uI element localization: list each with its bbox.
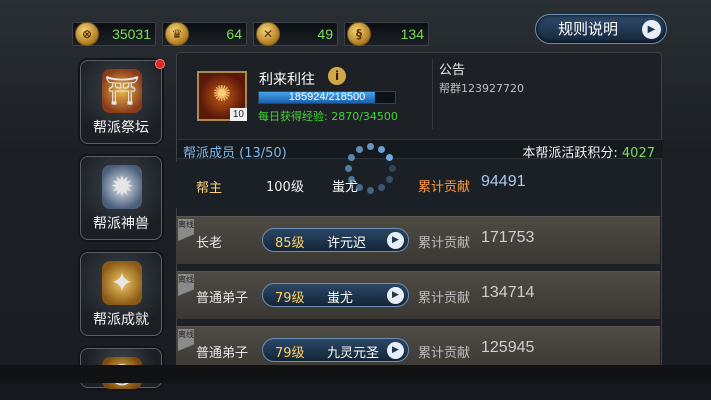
sidebar-item-beast[interactable]: ✹ 帮派神兽 [80, 156, 162, 240]
member-row-leader[interactable]: 帮主 100级 蚩尤 累计贡献 94491 [176, 162, 660, 208]
contribution-value: 125945 [481, 339, 535, 356]
rules-button[interactable]: 规则说明 ▶ [535, 14, 667, 44]
members-header: 帮派成员 (13/50) 本帮派活跃积分: 4027 [177, 139, 663, 161]
spinner-dot [389, 165, 396, 172]
play-arrow-icon: ▶ [387, 232, 404, 249]
play-arrow-icon: ▶ [642, 20, 661, 39]
currency-value: 49 [317, 26, 333, 42]
contribution-label: 累计贡献 [418, 346, 471, 361]
contribution-value: 171753 [481, 229, 535, 246]
contribution-label: 累计贡献 [418, 291, 471, 306]
currency-helmet: ♛ 64 [162, 22, 247, 46]
activity-label: 本帮派活跃积分: [522, 146, 618, 161]
achievement-icon: ✦ [102, 261, 142, 305]
guild-level: 10 [229, 108, 247, 121]
notice-title: 公告 [439, 63, 466, 78]
currency-value: 64 [226, 26, 242, 42]
guild-name: 利来利往 [259, 72, 315, 88]
spinner-dot [356, 145, 363, 153]
spinner-dot [378, 184, 385, 192]
spinner-dot [367, 143, 374, 150]
sidebar-item-altar[interactable]: ⛩ 帮派祭坛 [80, 59, 165, 144]
currency-bar: ⊗ 35031 ♛ 64 ✕ 49 § 134 [72, 22, 429, 48]
member-role: 帮主 [196, 181, 223, 196]
member-name: 九灵元圣 [327, 346, 380, 361]
rules-button-label: 规则说明 [558, 20, 619, 38]
guild-emblem[interactable]: ✺ 10 [197, 71, 247, 121]
currency-value: 134 [400, 26, 424, 42]
notice-text: 帮群123927720 [439, 82, 524, 95]
member-row[interactable]: 离线 长老 85级 许元迟 ▶ 累计贡献 171753 [176, 216, 660, 264]
spinner-dot [386, 154, 394, 161]
spinner-dot [347, 176, 355, 183]
spinner-dot [378, 145, 385, 153]
spinner-dot [367, 187, 374, 194]
member-level: 79级 [275, 291, 305, 306]
sidebar-item-label: 帮派祭坛 [93, 120, 149, 136]
play-arrow-icon: ▶ [387, 287, 404, 304]
daily-exp-text: 每日获得经验: 2870/34500 [258, 110, 398, 123]
offline-tag: 离线 [178, 274, 194, 296]
beast-icon: ✹ [102, 165, 142, 209]
guild-info: ✺ 10 利来利往 i 185924/218500 每日获得经验: 2870/3… [177, 53, 663, 135]
notice-box: 公告 帮群123927720 [432, 59, 657, 129]
play-arrow-icon: ▶ [387, 342, 404, 359]
member-detail-button[interactable]: 79级 蚩尤 ▶ [262, 283, 409, 307]
offline-tag: 离线 [178, 329, 194, 351]
activity-value: 4027 [621, 146, 655, 161]
gold-coin-icon: ⊗ [75, 22, 99, 46]
loading-spinner [344, 142, 398, 196]
currency-gold: ⊗ 35031 [72, 22, 156, 46]
spinner-dot [386, 176, 394, 183]
spinner-dot [356, 184, 363, 192]
bottom-edge [0, 365, 711, 383]
helmet-icon: ♛ [165, 22, 189, 46]
member-detail-button[interactable]: 79级 九灵元圣 ▶ [262, 338, 409, 362]
member-level: 100级 [266, 180, 304, 195]
contribution-label: 累计贡献 [418, 180, 471, 195]
member-level: 85级 [275, 236, 305, 251]
sidebar-item-label: 帮派成就 [93, 312, 149, 328]
crossed-swords-icon: ✕ [256, 22, 280, 46]
currency-value: 35031 [112, 26, 151, 42]
member-name: 许元迟 [327, 236, 367, 251]
sidebar-item-achievement[interactable]: ✦ 帮派成就 [80, 252, 162, 336]
activity-score: 本帮派活跃积分: 4027 [522, 142, 655, 161]
currency-swords: ✕ 49 [253, 22, 338, 46]
member-level: 79级 [275, 346, 305, 361]
member-row[interactable]: 离线 普通弟子 79级 蚩尤 ▶ 累计贡献 134714 [176, 271, 660, 319]
member-role: 普通弟子 [196, 346, 249, 361]
currency-scroll: § 134 [344, 22, 429, 46]
member-role: 普通弟子 [196, 291, 249, 306]
guild-exp-text: 185924/218500 [288, 91, 366, 103]
contribution-label: 累计贡献 [418, 236, 471, 251]
offline-tag: 离线 [178, 219, 194, 241]
dragon-emblem-icon: ✺ [212, 82, 232, 107]
members-count: 帮派成员 (13/50) [183, 146, 287, 161]
scroll-icon: § [347, 22, 371, 46]
sidebar: ⛩ 帮派祭坛 ✹ 帮派神兽 ✦ 帮派成就 ◉ [80, 59, 168, 400]
member-detail-button[interactable]: 85级 许元迟 ▶ [262, 228, 409, 252]
contribution-value: 134714 [481, 284, 535, 301]
member-role: 长老 [196, 236, 223, 251]
notification-badge [155, 59, 165, 69]
guild-exp-bar: 185924/218500 [258, 91, 396, 104]
altar-icon: ⛩ [102, 69, 142, 113]
spinner-dot [347, 154, 355, 161]
spinner-dot [345, 165, 352, 172]
contribution-value: 94491 [481, 173, 526, 190]
member-name: 蚩尤 [327, 291, 354, 306]
info-icon[interactable]: i [328, 67, 346, 85]
sidebar-item-label: 帮派神兽 [93, 216, 149, 232]
